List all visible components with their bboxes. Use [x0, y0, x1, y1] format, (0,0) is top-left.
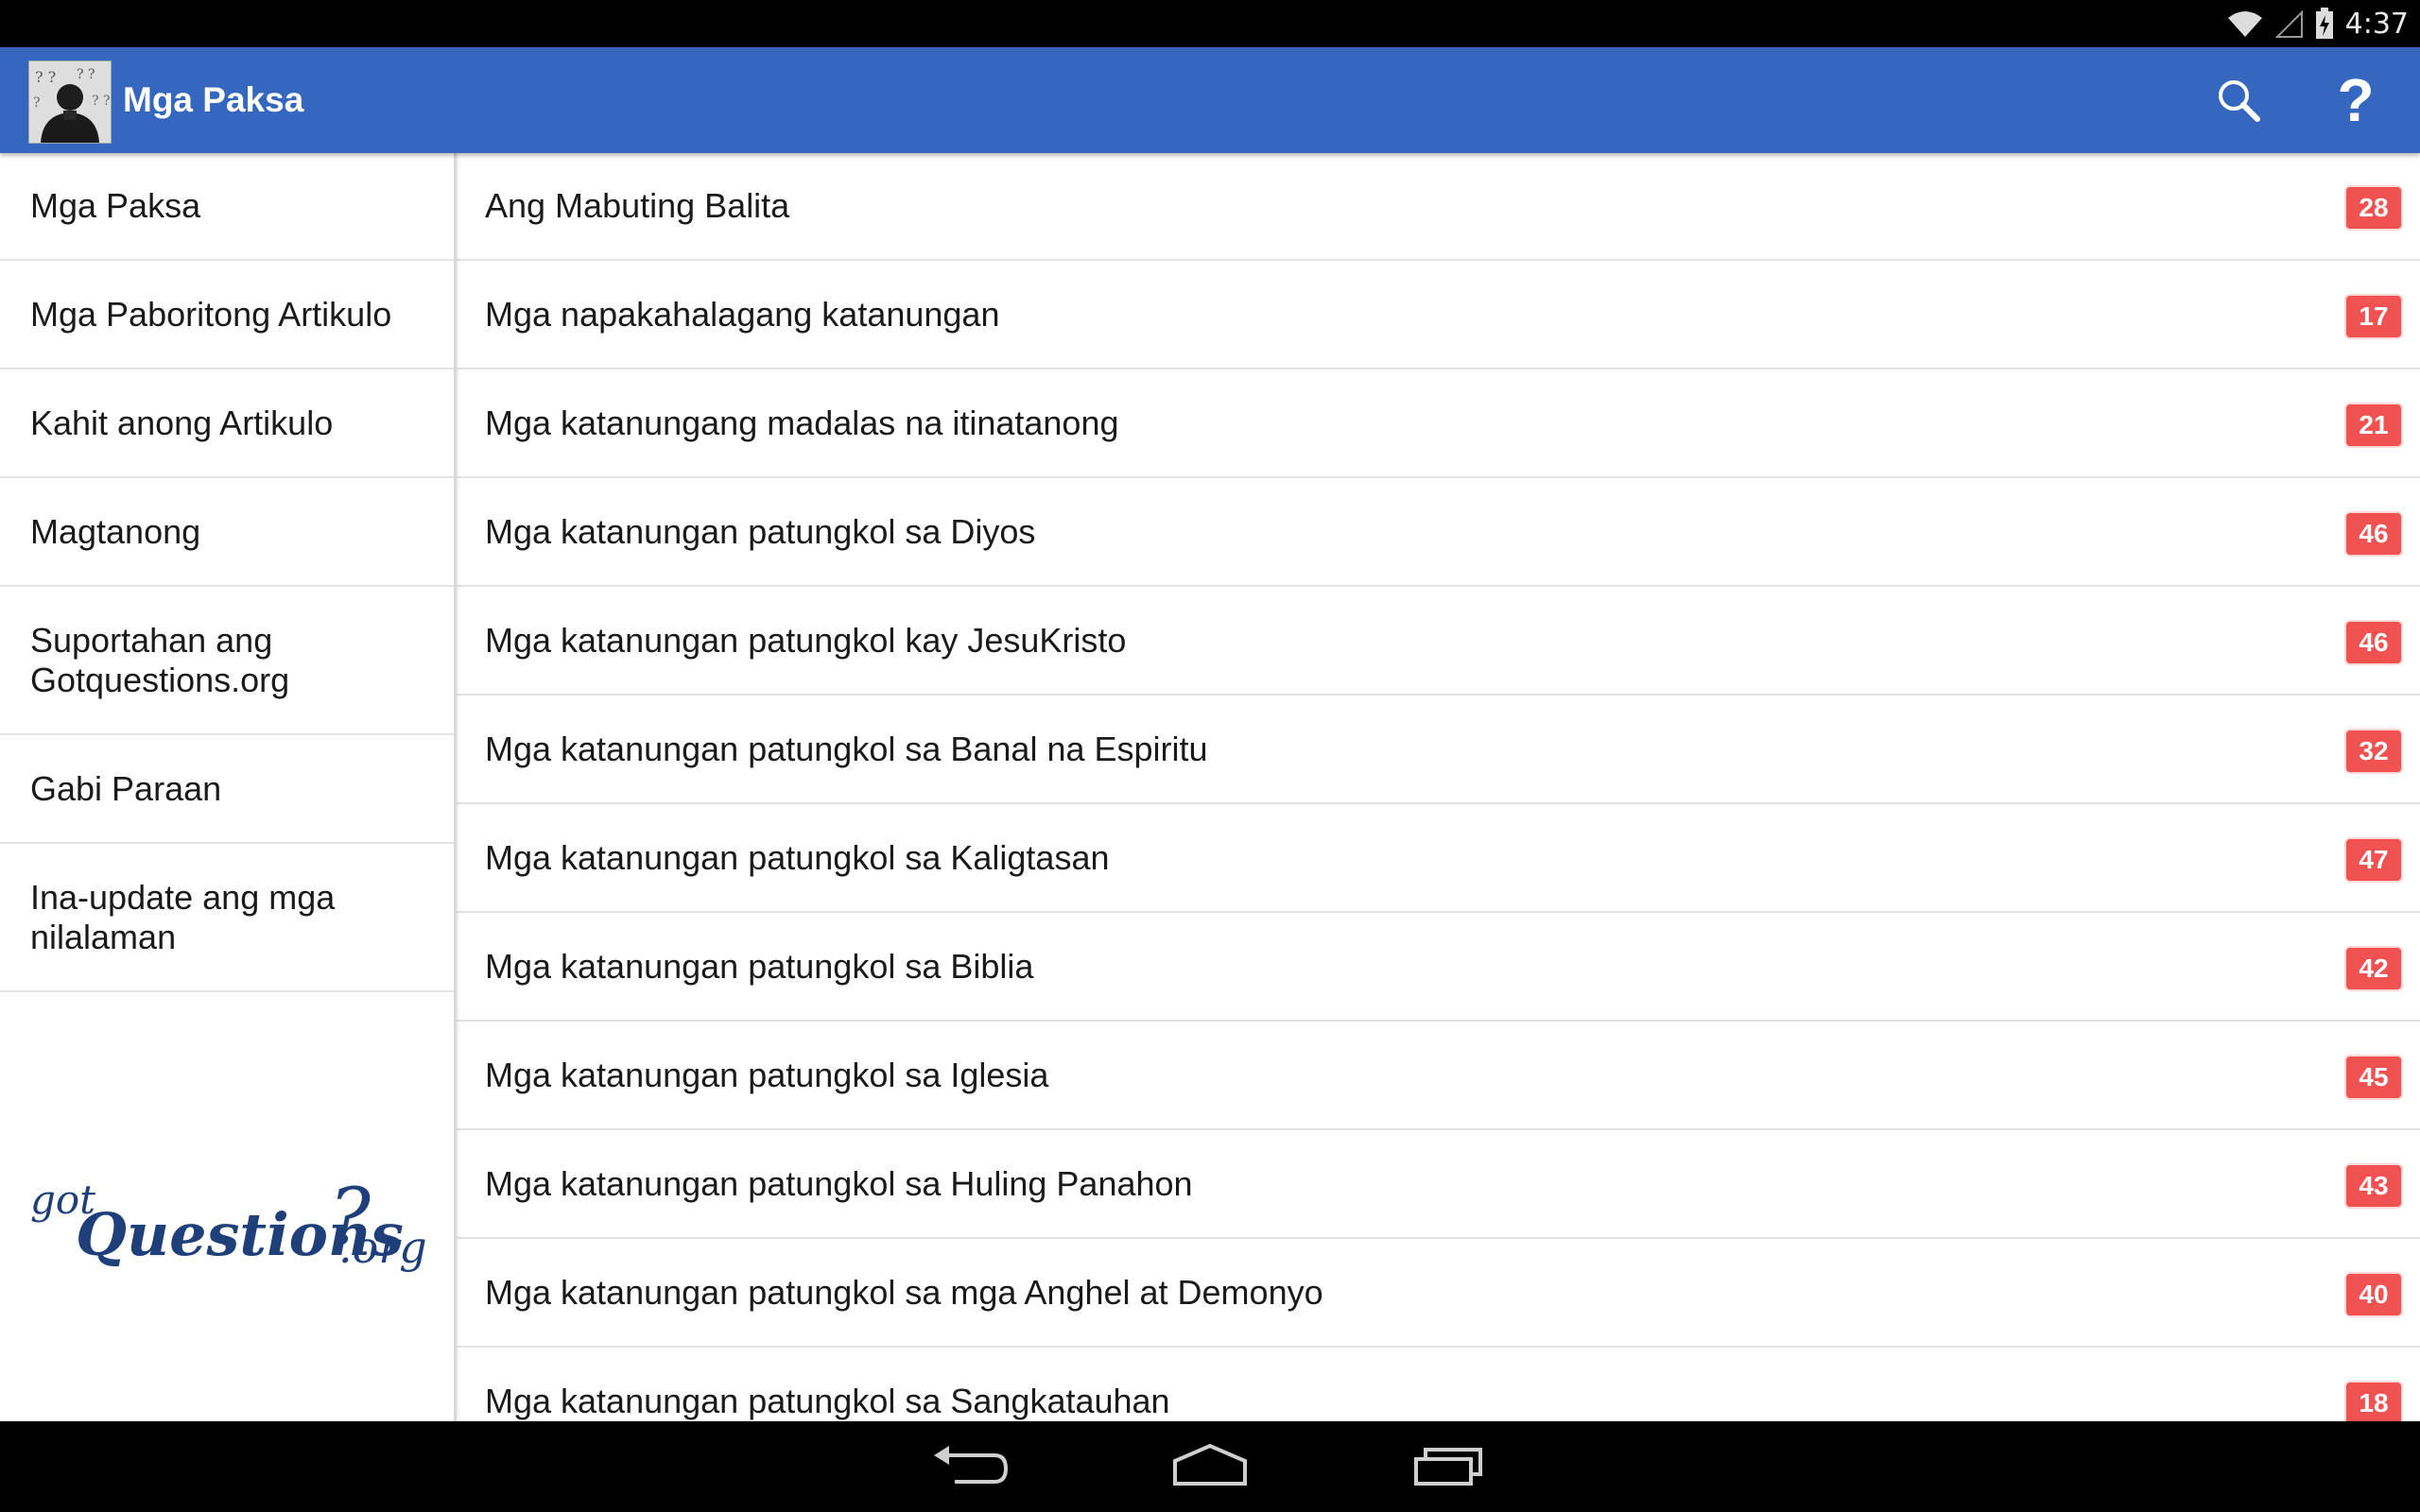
topic-row[interactable]: Mga katanungan patungkol sa Huling Panah…: [457, 1131, 2420, 1239]
sidebar-drawer: Mga Paksa Mga Paboritong Artikulo Kahit …: [0, 153, 457, 1421]
count-badge: 42: [2344, 946, 2403, 991]
sidebar-item-label: Magtanong: [30, 511, 201, 551]
sidebar-item-ina-update[interactable]: Ina-update ang mga nilalaman: [0, 844, 454, 992]
count-badge: 46: [2344, 620, 2403, 665]
search-button[interactable]: [2203, 64, 2274, 136]
topic-label: Mga katanungang madalas na itinatanong: [485, 404, 1119, 442]
topic-label: Mga katanungan patungkol sa Biblia: [485, 947, 1034, 986]
wifi-icon: [2227, 11, 2262, 37]
navigation-bar: [0, 1421, 2420, 1512]
sidebar-item-label: Suportahan ang Gotquestions.org: [30, 620, 290, 699]
svg-text:? ?: ? ?: [92, 94, 110, 109]
svg-text:? ?: ? ?: [77, 67, 95, 82]
help-icon: ?: [2337, 66, 2375, 134]
question-person-avatar: ? ? ? ? ? ? ?: [29, 61, 111, 143]
count-badge: 18: [2344, 1381, 2403, 1421]
status-bar: 4:37: [0, 0, 2420, 47]
topic-row[interactable]: Mga napakahalagang katanungan 17: [457, 262, 2420, 369]
topic-row[interactable]: Mga katanungan patungkol sa Diyos 46: [457, 479, 2420, 587]
app-title: Mga Paksa: [123, 80, 304, 119]
status-time: 4:37: [2344, 7, 2409, 41]
sidebar-item-mga-paksa[interactable]: Mga Paksa: [0, 153, 454, 261]
recent-apps-icon: [1414, 1448, 1482, 1486]
topic-label: Mga katanungan patungkol sa Banal na Esp…: [485, 730, 1208, 768]
app-bar: ? ? ? ? ? ? ? Mga Paksa ?: [0, 47, 2420, 153]
topic-row[interactable]: Mga katanungan patungkol sa Iglesia 45: [457, 1022, 2420, 1130]
battery-charging-icon: [2315, 8, 2333, 39]
topic-label: Mga katanungan patungkol sa Huling Panah…: [485, 1164, 1193, 1203]
topic-row[interactable]: Mga katanungan patungkol kay JesuKristo …: [457, 588, 2420, 696]
count-badge: 40: [2344, 1272, 2403, 1317]
count-badge: 28: [2344, 185, 2403, 231]
back-button[interactable]: [926, 1438, 1011, 1495]
sidebar-item-kahit-anong-artikulo[interactable]: Kahit anong Artikulo: [0, 369, 454, 478]
topic-row[interactable]: Mga katanungan patungkol sa Banal na Esp…: [457, 696, 2420, 804]
topic-list: Ang Mabuting Balita 28 Mga napakahalagan…: [457, 153, 2420, 1421]
back-icon: [934, 1446, 1009, 1484]
sidebar-item-gabi-paraan[interactable]: Gabi Paraan: [0, 735, 454, 844]
count-badge: 46: [2344, 511, 2403, 557]
svg-text:? ?: ? ?: [35, 68, 56, 86]
count-badge: 47: [2344, 837, 2403, 883]
signal-icon: [2274, 9, 2303, 38]
count-badge: 17: [2344, 294, 2403, 339]
topic-label: Mga katanungan patungkol sa mga Anghel a…: [485, 1273, 1323, 1312]
sidebar-item-paboritong-artikulo[interactable]: Mga Paboritong Artikulo: [0, 261, 454, 369]
logo-text-org: .org: [338, 1222, 425, 1273]
topic-row[interactable]: Mga katanungan patungkol sa Sangkatauhan…: [457, 1349, 2420, 1421]
count-badge: 32: [2344, 729, 2403, 774]
topic-row[interactable]: Mga katanungan patungkol sa Biblia 42: [457, 914, 2420, 1022]
sidebar-item-label: Ina-update ang mga nilalaman: [30, 877, 336, 956]
topic-row[interactable]: Mga katanungan patungkol sa mga Anghel a…: [457, 1240, 2420, 1348]
count-badge: 43: [2344, 1163, 2403, 1209]
home-icon: [1173, 1443, 1247, 1486]
topic-label: Mga katanungan patungkol kay JesuKristo: [485, 621, 1127, 660]
gotquestions-logo: got Questions ? .org: [30, 1173, 425, 1273]
topic-label: Ang Mabuting Balita: [485, 186, 790, 225]
sidebar-item-suportahan[interactable]: Suportahan ang Gotquestions.org: [0, 587, 454, 735]
count-badge: 21: [2344, 403, 2403, 448]
recent-apps-button[interactable]: [1409, 1438, 1494, 1495]
app-avatar[interactable]: ? ? ? ? ? ? ?: [28, 60, 112, 144]
topic-label: Mga katanungan patungkol sa Sangkatauhan: [485, 1382, 1170, 1420]
topic-label: Mga napakahalagang katanungan: [485, 295, 1000, 334]
sidebar-item-magtanong[interactable]: Magtanong: [0, 478, 454, 587]
svg-text:?: ?: [33, 95, 41, 111]
topic-label: Mga katanungan patungkol sa Iglesia: [485, 1056, 1049, 1094]
topic-label: Mga katanungan patungkol sa Kaligtasan: [485, 838, 1110, 877]
count-badge: 45: [2344, 1055, 2403, 1100]
sidebar-item-label: Mga Paksa: [30, 186, 201, 225]
topic-label: Mga katanungan patungkol sa Diyos: [485, 512, 1036, 551]
help-button[interactable]: ?: [2320, 64, 2392, 136]
sidebar-item-label: Kahit anong Artikulo: [30, 403, 334, 442]
search-icon: [2219, 80, 2260, 122]
topic-row[interactable]: Ang Mabuting Balita 28: [457, 153, 2420, 261]
topic-row[interactable]: Mga katanungang madalas na itinatanong 2…: [457, 370, 2420, 478]
sidebar-item-label: Mga Paboritong Artikulo: [30, 294, 392, 334]
home-button[interactable]: [1167, 1438, 1253, 1495]
topic-row[interactable]: Mga katanungan patungkol sa Kaligtasan 4…: [457, 805, 2420, 913]
sidebar-item-label: Gabi Paraan: [30, 768, 222, 808]
status-icons: 4:37: [2226, 0, 2409, 47]
